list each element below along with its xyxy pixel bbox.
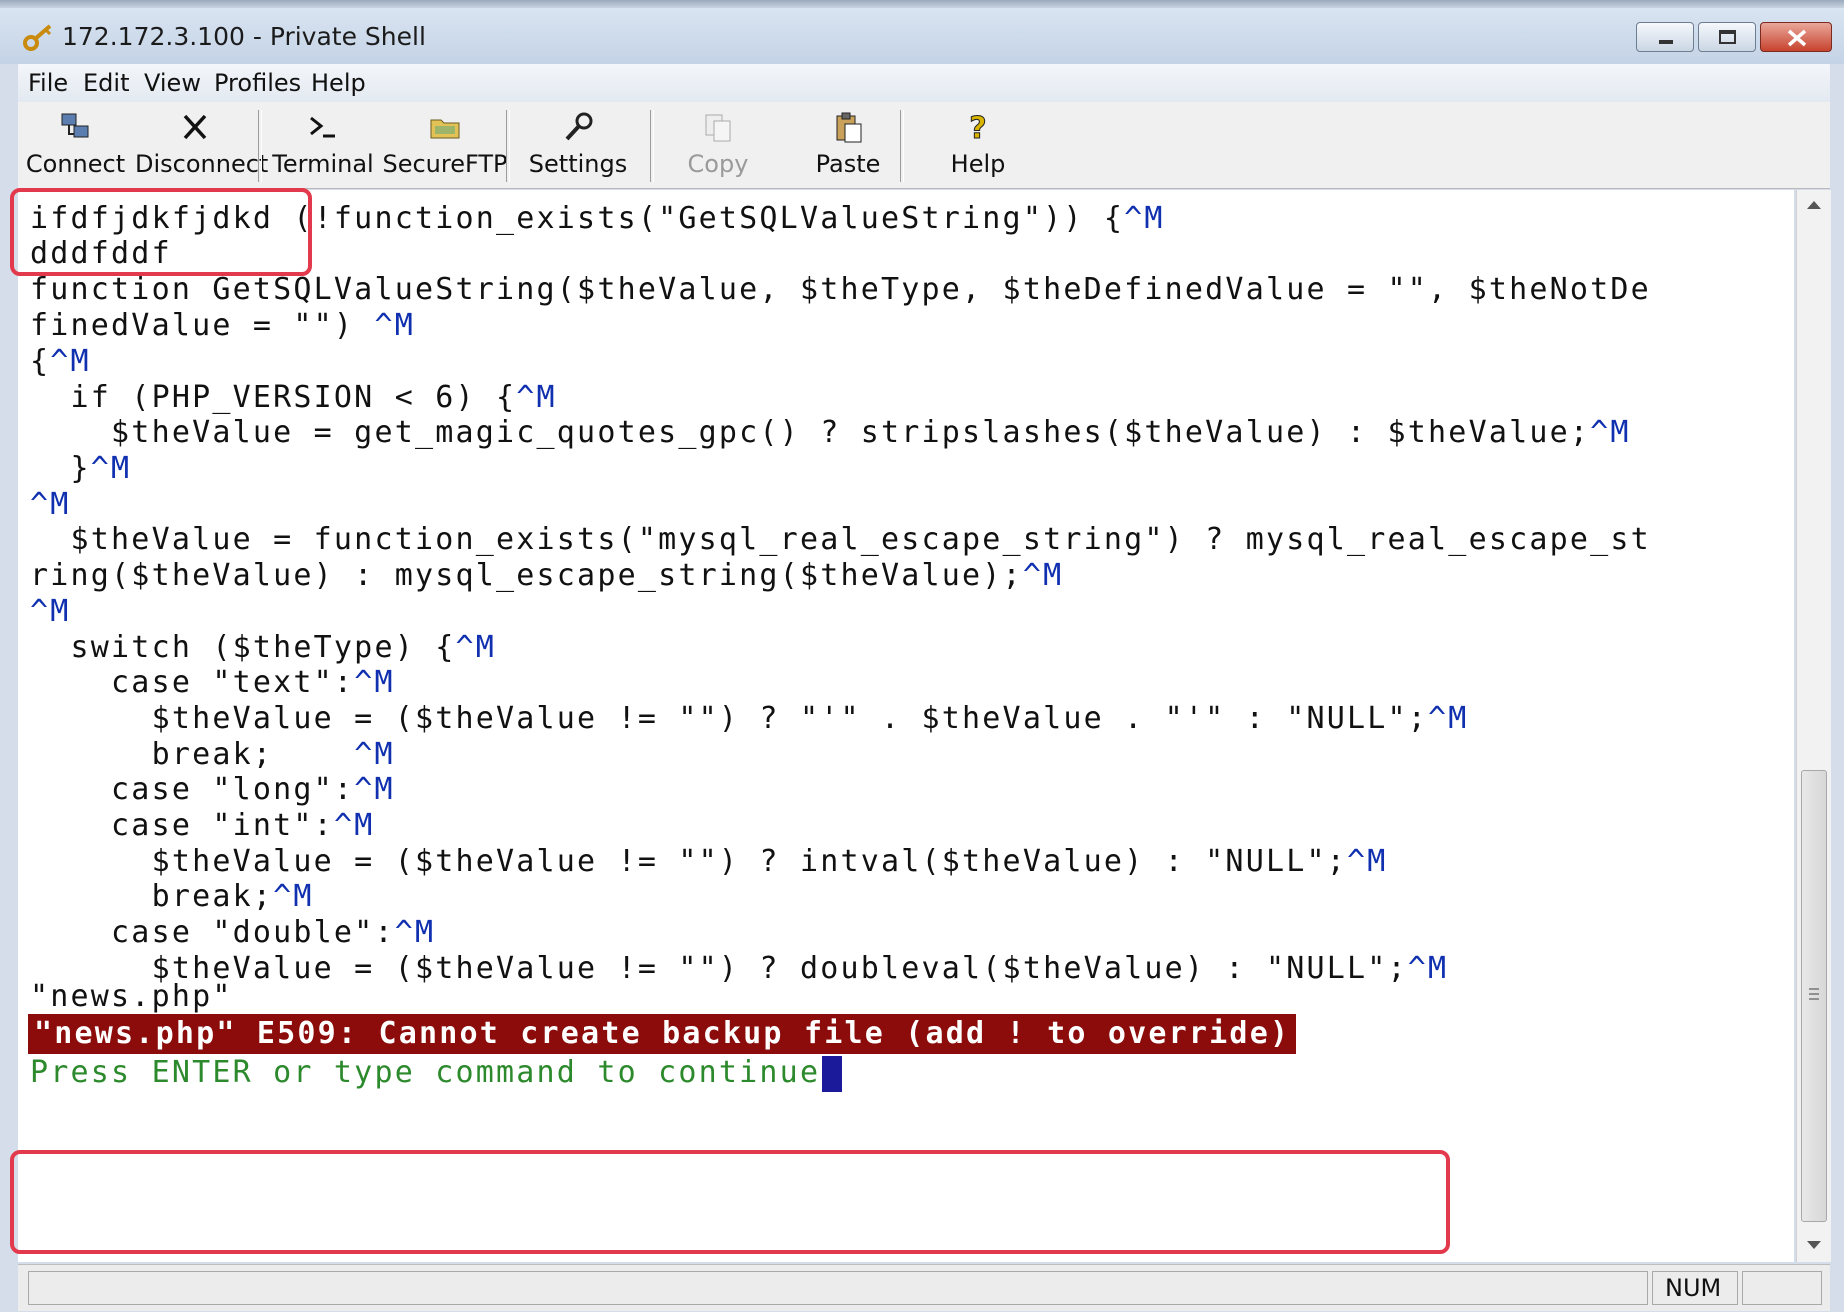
prompt-message: Press ENTER or type command to continue [30,1052,843,1094]
toolbar-separator [650,110,654,182]
scroll-down-icon[interactable] [1797,1230,1831,1260]
title-bar[interactable]: 172.172.3.100 - Private Shell [0,8,1844,64]
copy-icon [705,114,731,142]
help-button[interactable]: ? Help [918,102,1038,188]
text-cursor [822,1055,843,1092]
app-window: 172.172.3.100 - Private Shell File Edit … [0,0,1844,1312]
toolbar-separator [258,110,262,182]
minimize-icon [1659,40,1673,44]
terminal-screen[interactable]: ifdfjdkfjdkd (!function_exists("GetSQLVa… [18,190,1794,1262]
vertical-scrollbar[interactable] [1796,190,1831,1262]
menu-edit[interactable]: Edit [83,69,129,97]
key-icon [23,24,52,51]
connect-icon [61,113,88,138]
folder-icon [430,119,460,139]
copy-button[interactable]: Copy [658,102,778,188]
close-button[interactable] [1760,22,1832,52]
svg-text:?: ? [969,111,986,146]
copy-label: Copy [687,150,749,178]
toolbar-separator [506,110,510,182]
terminal-line: $theValue = get_magic_quotes_gpc() ? str… [30,415,1631,450]
terminal-line: ring($theValue) : mysql_escape_string($t… [30,558,1064,593]
settings-button[interactable]: Settings [518,102,638,188]
error-message: "news.php" E509: Cannot create backup fi… [28,1014,1297,1054]
disconnect-button[interactable]: Disconnect [135,102,269,188]
status-pane-extra [1742,1271,1822,1305]
connect-button[interactable]: Connect [18,102,133,188]
settings-label: Settings [528,150,628,178]
menu-bar: File Edit View Profiles Help [18,64,1830,103]
grip-icon [1809,988,1819,1000]
disconnect-label: Disconnect [135,150,269,178]
terminal-label: Terminal [272,150,374,178]
maximize-button[interactable] [1698,22,1756,52]
menu-help[interactable]: Help [311,69,366,97]
menu-file[interactable]: File [28,69,68,97]
secureftp-button[interactable]: SecureFTP [380,102,510,188]
window-title: 172.172.3.100 - Private Shell [62,22,426,51]
status-pane-main [28,1271,1648,1305]
help-icon: ? [969,111,987,147]
minimize-button[interactable] [1636,22,1694,52]
help-label: Help [950,150,1006,178]
wrench-icon [565,112,593,141]
connect-label: Connect [25,150,126,178]
terminal-line: $theValue = ($theValue != "") ? doubleva… [30,951,1449,986]
terminal-line: "news.php" [30,979,233,1014]
toolbar-separator [900,110,904,182]
paste-button[interactable]: Paste [788,102,908,188]
close-icon [1787,29,1807,47]
desktop-strip [0,0,1844,8]
disconnect-icon [183,114,207,140]
secureftp-label: SecureFTP [382,150,508,178]
toolbar: Connect Disconnect Terminal SecureFTP Se… [18,102,1830,189]
terminal-button[interactable]: Terminal [268,102,378,188]
num-lock-indicator: NUM [1652,1271,1738,1305]
restore-icon [1719,30,1736,44]
terminal-line: ifdfjdkfjdkd (!function_exists("GetSQLVa… [30,201,1165,236]
scrollbar-thumb[interactable] [1801,770,1827,1222]
menu-profiles[interactable]: Profiles [214,69,301,97]
paste-icon [836,112,862,143]
menu-view[interactable]: View [144,69,201,97]
scroll-up-icon[interactable] [1797,190,1831,220]
terminal-icon [310,116,335,138]
paste-label: Paste [815,150,881,178]
status-bar: NUM [18,1264,1830,1311]
